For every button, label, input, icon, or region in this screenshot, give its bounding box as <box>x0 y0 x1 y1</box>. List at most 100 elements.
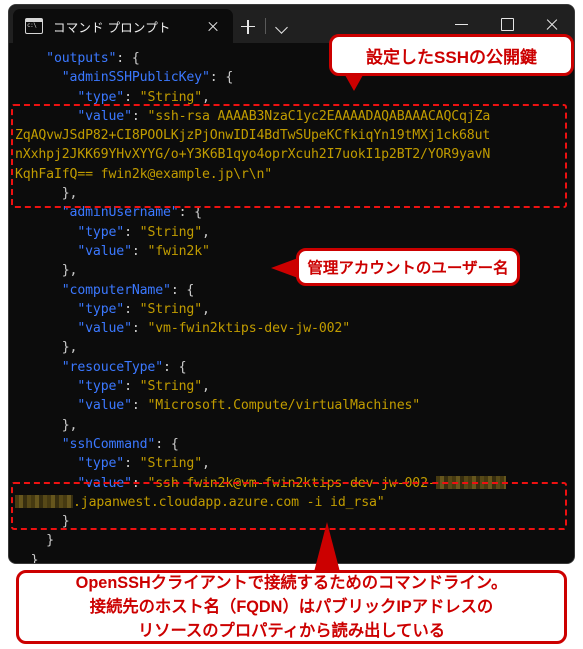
json-punctuation: : <box>131 475 148 491</box>
json-punctuation: , <box>202 456 210 472</box>
callout-tail-admin-username <box>271 258 298 278</box>
console-line: "type": "String", <box>9 454 574 473</box>
json-punctuation: } <box>46 533 54 549</box>
json-key: "type" <box>77 224 125 240</box>
json-key: "type" <box>77 89 125 105</box>
json-key: "value" <box>77 108 132 124</box>
json-punctuation: : { <box>178 205 203 221</box>
json-string-value: "String" <box>139 224 202 240</box>
json-punctuation: , <box>202 89 210 105</box>
json-string-value: "fwin2k" <box>147 243 210 259</box>
console-line: "adminUsername": { <box>9 203 574 222</box>
console-line: ZqAQvwJSdP82+CI8POOLKjzPjOnwIDI4BdTwSUpe… <box>9 126 574 145</box>
json-string-value: nXxhpj2JKK69YHvXYYG/o+Y3K6B1qyo4oprXcuh2… <box>15 147 491 163</box>
json-key: "type" <box>77 456 125 472</box>
json-string-value: "vm-fwin2ktips-dev-jw-002" <box>147 321 350 337</box>
json-punctuation: : <box>131 321 148 337</box>
console-line: }, <box>9 416 574 435</box>
callout-ssh-public-key-text: 設定したSSHの公開鍵 <box>366 47 537 67</box>
console-line: "value": "Microsoft.Compute/virtualMachi… <box>9 396 574 415</box>
console-line: "resouceType": { <box>9 358 574 377</box>
json-key: "value" <box>77 475 132 491</box>
json-punctuation: : <box>124 224 140 240</box>
json-punctuation: : <box>124 456 140 472</box>
json-key: "outputs" <box>46 51 117 66</box>
callout-admin-username-text: 管理アカウントのユーザー名 <box>307 260 509 277</box>
json-punctuation: : { <box>155 436 179 452</box>
callout-tail-ssh-public-key <box>345 75 363 91</box>
json-punctuation: : { <box>116 51 140 66</box>
json-key: "type" <box>77 301 125 317</box>
console-line: "value": "ssh fwin2k@vm-fwin2ktips-dev-j… <box>9 474 574 493</box>
console-line: "type": "String", <box>9 223 574 242</box>
json-punctuation: , <box>202 379 210 395</box>
json-string-value: "String" <box>139 456 202 472</box>
json-string-value: "Microsoft.Compute/virtualMachines" <box>147 398 421 414</box>
json-key: "adminUsername" <box>61 205 179 221</box>
tab-dropdown-button[interactable] <box>268 9 296 43</box>
callout-tail-ssh-command <box>314 522 340 572</box>
json-string-value: "ssh fwin2k@vm-fwin2ktips-dev-jw-002- <box>147 475 436 491</box>
json-punctuation: : <box>131 108 148 124</box>
console-output[interactable]: "outputs": { "adminSSHPublicKey": { "typ… <box>9 43 574 563</box>
tab-separator <box>265 18 266 34</box>
new-tab-button[interactable] <box>233 9 263 43</box>
json-punctuation: : { <box>163 359 187 375</box>
redacted-text <box>435 475 506 489</box>
json-string-value: ZqAQvwJSdP82+CI8POOLKjzPjOnwIDI4BdTwSUpe… <box>15 128 491 144</box>
json-key: "value" <box>77 243 132 259</box>
console-line: "type": "String", <box>9 377 574 396</box>
console-line: "type": "String", <box>9 300 574 319</box>
tab-title: コマンド プロンプト <box>53 20 171 35</box>
json-punctuation: : <box>131 398 148 414</box>
console-line: KqhFaIfQ== fwin2k@example.jp\r\n" <box>9 165 574 184</box>
json-key: "value" <box>77 398 132 414</box>
console-line: "type": "String", <box>9 88 574 107</box>
console-line: } <box>9 551 574 563</box>
json-punctuation: }, <box>61 340 78 356</box>
json-punctuation: : <box>124 89 140 105</box>
json-punctuation: : <box>131 243 148 259</box>
json-string-value: "String" <box>139 379 202 395</box>
json-key: "computerName" <box>61 282 171 298</box>
console-line: } <box>9 512 574 531</box>
console-line: .japanwest.cloudapp.azure.com -i id_rsa" <box>9 493 574 512</box>
callout-admin-username: 管理アカウントのユーザー名 <box>296 248 520 286</box>
screenshot-root: コマンド プロンプト "outputs": { "adminSSHPublicK… <box>0 0 583 649</box>
json-punctuation: }, <box>61 186 78 202</box>
console-line: "value": "vm-fwin2ktips-dev-jw-002" <box>9 319 574 338</box>
json-string-value: "String" <box>139 89 202 105</box>
json-punctuation: : <box>124 301 140 317</box>
json-key: "sshCommand" <box>61 436 156 452</box>
callout-ssh-command-text: OpenSSHクライアントで接続するためのコマンドライン。 接続先のホスト名（F… <box>75 574 508 640</box>
json-punctuation: } <box>30 552 39 563</box>
json-punctuation: }, <box>61 417 78 433</box>
callout-ssh-public-key: 設定したSSHの公開鍵 <box>329 34 574 76</box>
json-punctuation: : { <box>209 70 234 86</box>
callout-ssh-command: OpenSSHクライアントで接続するためのコマンドライン。 接続先のホスト名（F… <box>16 570 567 644</box>
console-line: nXxhpj2JKK69YHvXYYG/o+Y3K6B1qyo4oprXcuh2… <box>9 145 574 164</box>
json-punctuation: : { <box>170 282 195 298</box>
console-line: }, <box>9 184 574 203</box>
json-string-value: KqhFaIfQ== fwin2k@example.jp\r\n" <box>15 166 273 182</box>
close-tab-icon[interactable] <box>203 16 223 36</box>
json-punctuation: }, <box>61 263 78 279</box>
json-string-value: "ssh-rsa AAAAB3NzaC1yc2EAAAADAQABAAACAQC… <box>147 108 491 124</box>
json-key: "adminSSHPublicKey" <box>61 70 210 86</box>
console-line: "value": "ssh-rsa AAAAB3NzaC1yc2EAAAADAQ… <box>9 107 574 126</box>
json-punctuation: : <box>124 379 140 395</box>
json-key: "value" <box>77 321 132 337</box>
terminal-tab[interactable]: コマンド プロンプト <box>13 9 233 43</box>
json-key: "resouceType" <box>61 359 164 375</box>
console-line: } <box>9 531 574 550</box>
json-punctuation: , <box>202 301 210 317</box>
console-line: "sshCommand": { <box>9 435 574 454</box>
console-icon <box>25 18 43 34</box>
json-string-value: .japanwest.cloudapp.azure.com -i id_rsa" <box>73 494 385 510</box>
console-line: }, <box>9 338 574 357</box>
json-punctuation: , <box>202 224 210 240</box>
json-string-value: "String" <box>139 301 202 317</box>
json-key: "type" <box>77 379 125 395</box>
redacted-text <box>15 494 73 508</box>
json-punctuation: } <box>61 514 70 530</box>
